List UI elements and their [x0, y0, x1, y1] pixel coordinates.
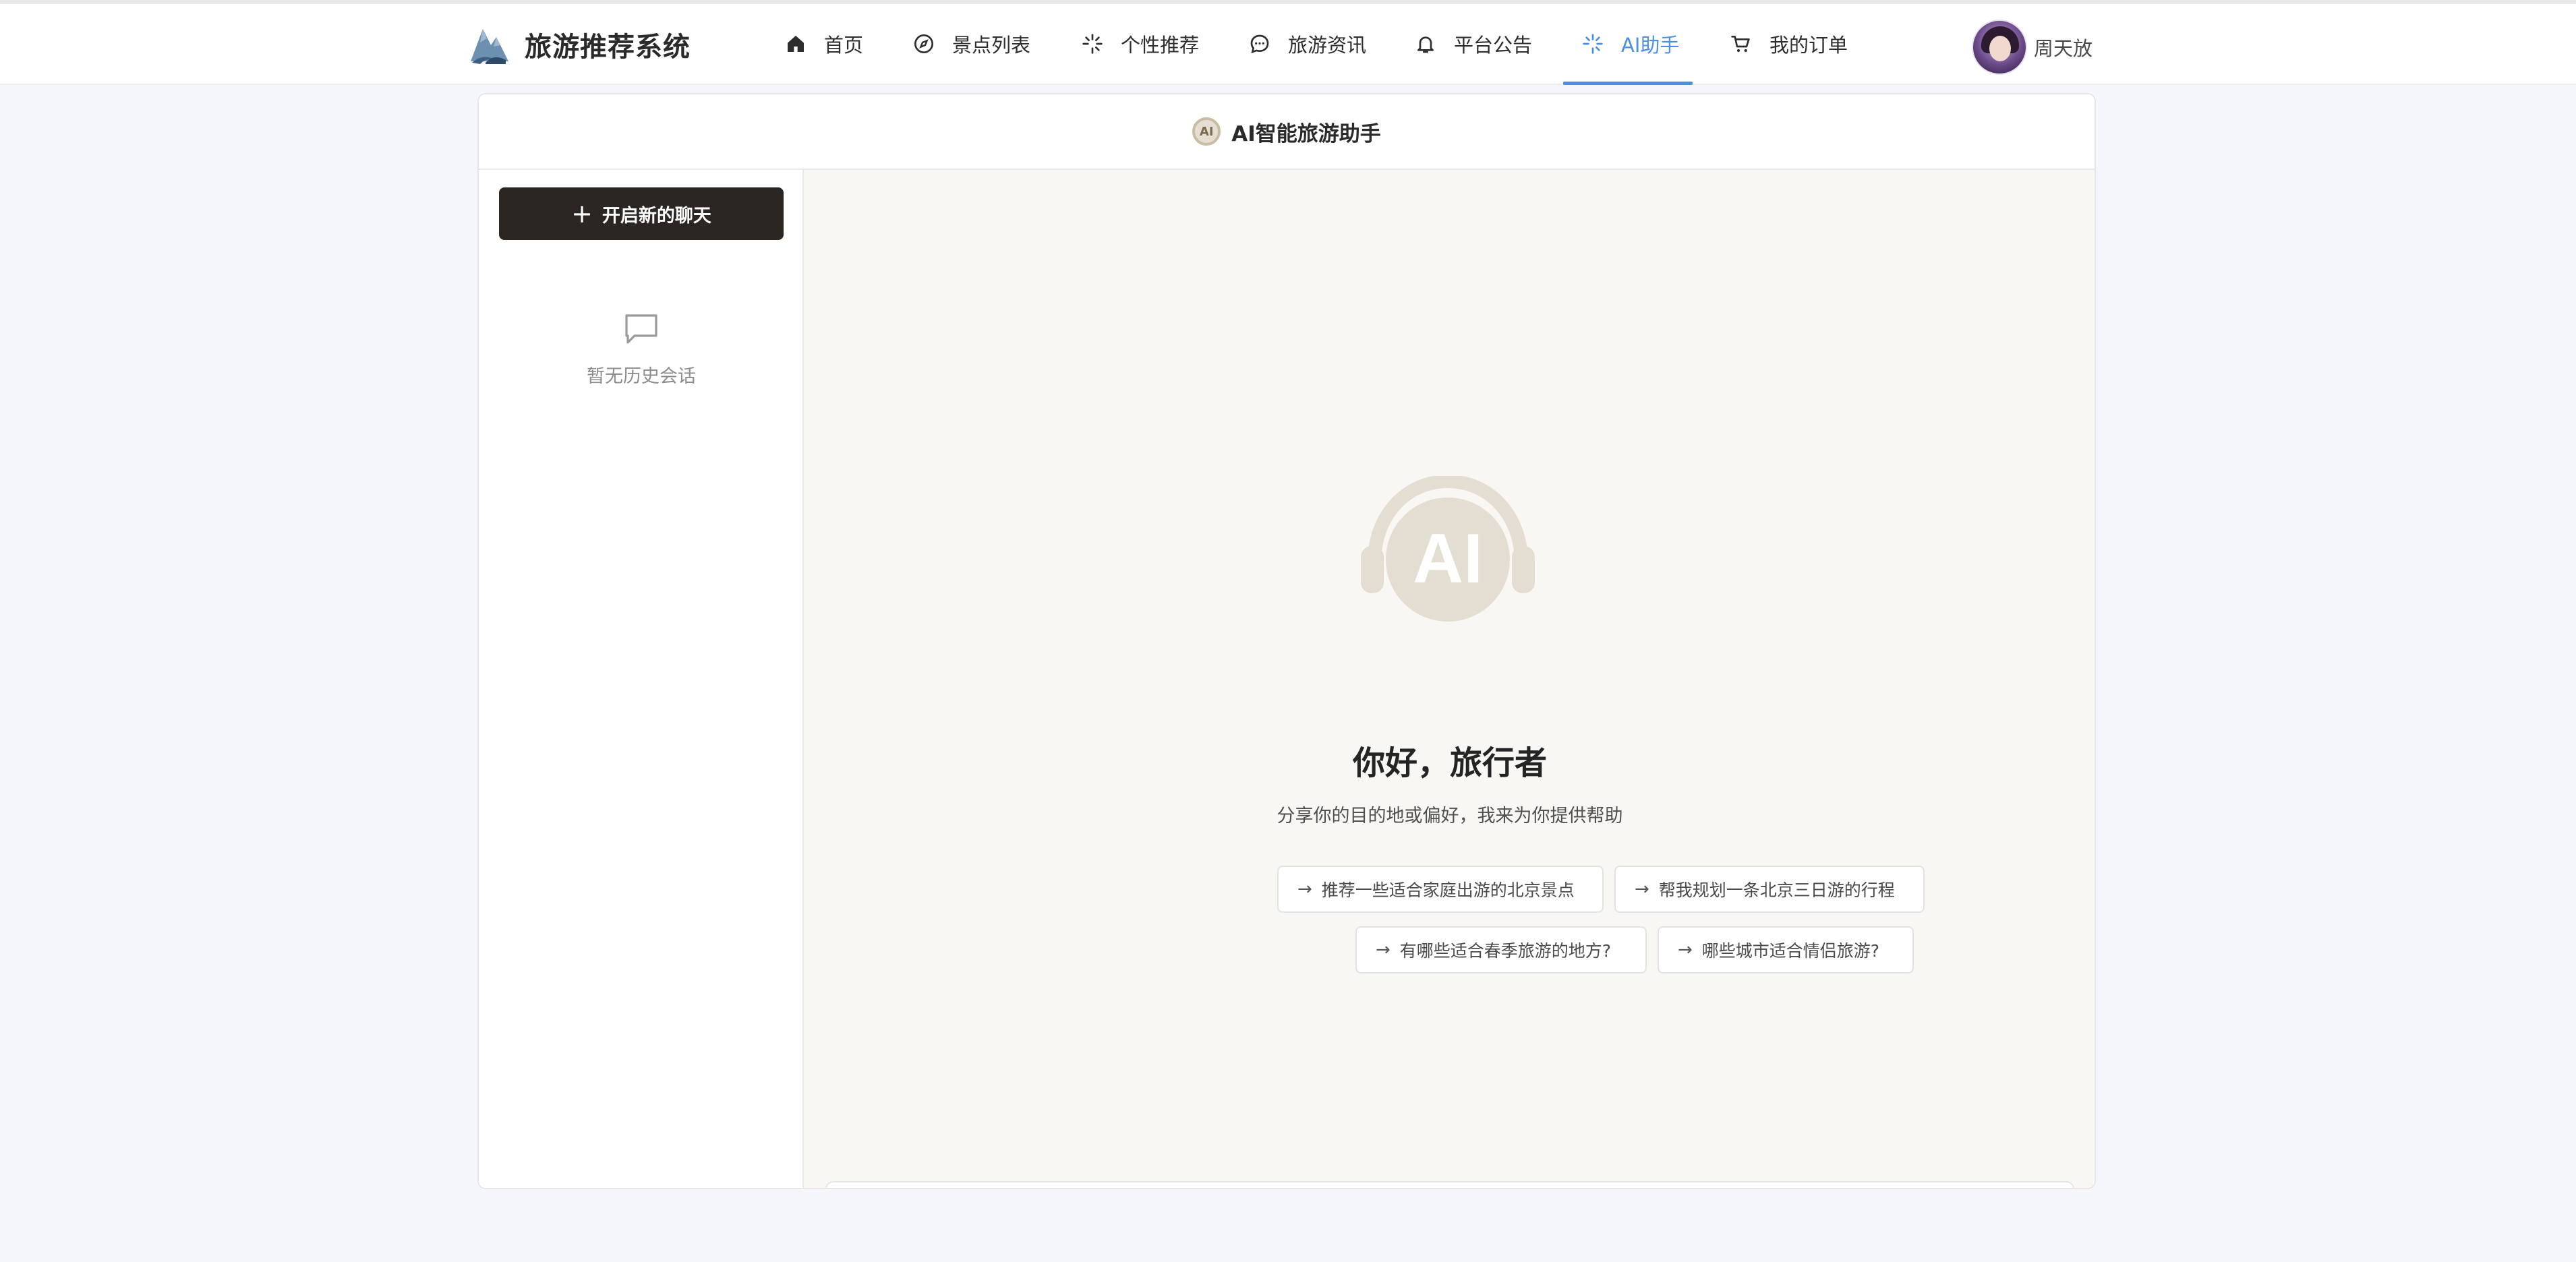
card-title: AI智能旅游助手 — [1231, 121, 1381, 146]
suggestion-text: 帮我规划一条北京三日游的行程 — [1658, 880, 1895, 900]
suggestion-chip[interactable]: → 帮我规划一条北京三日游的行程 — [1614, 866, 1925, 913]
nav-item-recommend[interactable]: 个性推荐 — [1082, 4, 1199, 84]
bell-icon — [1417, 36, 1434, 53]
nav-item-label: AI助手 — [1621, 34, 1680, 57]
ai-assistant-card: AI AI智能旅游助手 + 开启新的聊天 暂无历史会话 AI 你好，旅行者 分享… — [477, 93, 2096, 1189]
nav-item-announcements[interactable]: 平台公告 — [1415, 4, 1532, 84]
brand-name: 旅游推荐系统 — [525, 32, 691, 63]
cart-icon — [1731, 36, 1750, 53]
avatar[interactable] — [1972, 20, 2027, 75]
ai-badge-icon: AI — [1192, 117, 1221, 146]
suggestion-text: 哪些城市适合情侣旅游? — [1701, 941, 1880, 961]
history-sidebar: + 开启新的聊天 暂无历史会话 — [479, 170, 804, 1188]
compass-icon — [914, 34, 933, 53]
arrow-right-icon: → — [1376, 940, 1391, 960]
home-icon — [788, 36, 804, 52]
nav-item-orders[interactable]: 我的订单 — [1730, 4, 1848, 84]
sparkle-icon — [1583, 34, 1603, 54]
arrow-right-icon: → — [1678, 940, 1693, 960]
empty-history: 暂无历史会话 — [479, 313, 804, 388]
suggestion-chip[interactable]: → 推荐一些适合家庭出游的北京景点 — [1277, 866, 1604, 913]
nav-item-news[interactable]: 旅游资讯 — [1249, 4, 1366, 84]
nav-item-label: 我的订单 — [1769, 34, 1848, 57]
nav-item-label: 平台公告 — [1454, 34, 1533, 57]
suggestion-chip[interactable]: → 哪些城市适合情侣旅游? — [1658, 926, 1914, 973]
suggestion-text: 有哪些适合春季旅游的地方? — [1399, 941, 1612, 961]
ai-headset-logo-icon: AI — [1361, 476, 1535, 622]
user-menu[interactable]: 周天放 — [1972, 19, 2092, 76]
chat-area: AI 你好，旅行者 分享你的目的地或偏好，我来为你提供帮助 → 推荐一些适合家庭… — [804, 170, 2095, 1188]
new-chat-button[interactable]: + 开启新的聊天 — [499, 187, 784, 240]
top-navbar: 旅游推荐系统 首页 景点列表 个性推荐 旅游资讯 平台公告 AI助手 我的订单 … — [0, 4, 2576, 85]
user-name: 周天放 — [2034, 37, 2093, 60]
arrow-right-icon: → — [1635, 879, 1649, 899]
arrow-right-icon: → — [1297, 879, 1312, 899]
message-input[interactable] — [847, 1182, 2007, 1188]
nav-item-label: 个性推荐 — [1121, 34, 1200, 57]
nav-item-label: 旅游资讯 — [1288, 34, 1367, 57]
nav-item-label: 景点列表 — [952, 34, 1031, 57]
new-chat-label: 开启新的聊天 — [602, 205, 711, 227]
empty-history-text: 暂无历史会话 — [587, 366, 696, 387]
chat-bubble-icon — [1250, 34, 1269, 54]
message-input-box — [825, 1181, 2074, 1188]
nav-item-home[interactable]: 首页 — [785, 4, 863, 84]
brand[interactable]: 旅游推荐系统 — [468, 22, 691, 67]
message-square-icon — [625, 314, 657, 344]
suggestion-text: 推荐一些适合家庭出游的北京景点 — [1321, 880, 1575, 900]
nav-item-label: 首页 — [824, 34, 864, 57]
svg-text:AI: AI — [1413, 520, 1483, 598]
nav-item-ai-assistant[interactable]: AI助手 — [1562, 4, 1693, 85]
sparkle-icon — [1082, 34, 1103, 54]
mountain-logo-icon — [471, 29, 508, 64]
nav-item-attractions[interactable]: 景点列表 — [913, 4, 1030, 84]
greeting-heading: 你好，旅行者 — [1352, 744, 1547, 782]
plus-icon: + — [571, 199, 593, 229]
suggestion-chip[interactable]: → 有哪些适合春季旅游的地方? — [1355, 926, 1647, 973]
greeting-subtitle: 分享你的目的地或偏好，我来为你提供帮助 — [1277, 806, 1623, 827]
card-header: AI AI智能旅游助手 — [479, 94, 2095, 170]
